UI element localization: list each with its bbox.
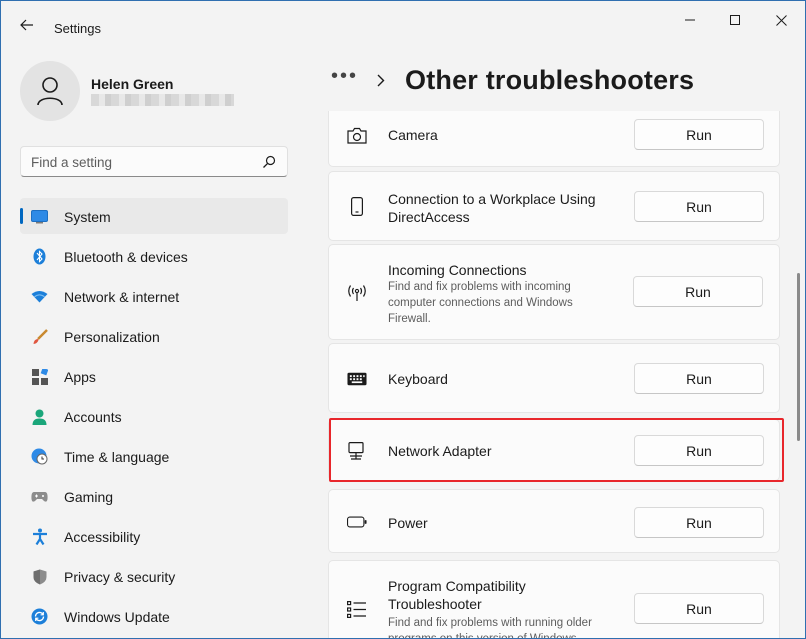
troubleshooter-description: Find and fix problems with incoming comp… xyxy=(388,281,573,325)
title-bar: Settings xyxy=(1,1,805,47)
shield-icon xyxy=(31,568,48,585)
close-icon xyxy=(775,14,787,26)
troubleshooter-power: Power Run xyxy=(328,489,780,553)
run-program-compatibility-button[interactable]: Run xyxy=(634,593,764,624)
monitor-icon xyxy=(31,208,48,225)
troubleshooter-directaccess: Connection to a Workplace Using DirectAc… xyxy=(328,171,780,241)
sidebar-item-label: System xyxy=(64,209,111,225)
chevron-right-icon xyxy=(377,73,387,87)
sidebar-item-label: Bluetooth & devices xyxy=(64,249,188,265)
run-network-adapter-button[interactable]: Run xyxy=(634,435,764,466)
user-name: Helen Green xyxy=(91,76,174,92)
scrollbar-thumb[interactable] xyxy=(797,273,800,441)
troubleshooter-title: Incoming Connections xyxy=(388,262,527,278)
person-icon xyxy=(31,408,48,425)
troubleshooter-list: Camera Run Connection to a Workplace Usi… xyxy=(328,111,780,639)
broadcast-icon xyxy=(347,283,367,303)
sidebar-item-accessibility[interactable]: Accessibility xyxy=(20,518,288,554)
battery-icon xyxy=(347,512,367,532)
sidebar-item-label: Network & internet xyxy=(64,289,180,305)
sidebar-item-apps[interactable]: Apps xyxy=(20,358,288,394)
app-title: Settings xyxy=(54,21,101,36)
sidebar-item-label: Personalization xyxy=(64,329,160,345)
bluetooth-icon xyxy=(31,248,48,265)
network-adapter-icon xyxy=(347,441,367,461)
list-icon xyxy=(347,599,367,619)
breadcrumb: ••• Other troubleshooters xyxy=(331,63,694,97)
sidebar-item-label: Accounts xyxy=(64,409,122,425)
sidebar-item-gaming[interactable]: Gaming xyxy=(20,478,288,514)
sidebar-item-network[interactable]: Network & internet xyxy=(20,278,288,314)
troubleshooter-title: Program Compatibility Troubleshooter xyxy=(388,578,526,612)
troubleshooter-title: Network Adapter xyxy=(388,443,492,459)
sidebar-item-windows-update[interactable]: Windows Update xyxy=(20,598,288,634)
back-arrow-icon xyxy=(20,19,33,31)
accessibility-icon xyxy=(31,528,48,545)
sidebar-item-privacy-security[interactable]: Privacy & security xyxy=(20,558,288,594)
avatar xyxy=(20,61,80,121)
back-button[interactable] xyxy=(15,13,39,37)
troubleshooter-title: Power xyxy=(388,515,428,531)
search-box[interactable] xyxy=(20,146,288,177)
close-button[interactable] xyxy=(758,7,804,33)
run-camera-button[interactable]: Run xyxy=(634,119,764,150)
search-icon[interactable] xyxy=(262,155,276,169)
page-title: Other troubleshooters xyxy=(405,64,695,95)
sidebar-item-label: Apps xyxy=(64,369,96,385)
sidebar-item-personalization[interactable]: Personalization xyxy=(20,318,288,354)
sidebar-item-label: Windows Update xyxy=(64,609,170,625)
run-directaccess-button[interactable]: Run xyxy=(634,191,764,222)
person-icon xyxy=(37,77,63,106)
minimize-button[interactable] xyxy=(667,7,713,33)
maximize-icon xyxy=(730,15,740,25)
minimize-icon xyxy=(685,19,695,21)
sidebar-item-label: Accessibility xyxy=(64,529,141,545)
user-profile[interactable]: Helen Green xyxy=(20,61,300,121)
sidebar-item-bluetooth[interactable]: Bluetooth & devices xyxy=(20,238,288,274)
wifi-icon xyxy=(31,288,48,305)
troubleshooter-network-adapter: Network Adapter Run xyxy=(328,419,780,481)
camera-icon xyxy=(347,125,367,145)
apps-icon xyxy=(31,368,48,385)
sidebar-nav: System Bluetooth & devices Network & int… xyxy=(20,198,288,638)
keyboard-icon xyxy=(347,369,367,389)
troubleshooter-description: Find and fix problems with running older… xyxy=(388,617,592,639)
brush-icon xyxy=(31,328,48,345)
troubleshooter-program-compatibility: Program Compatibility Troubleshooter Fin… xyxy=(328,560,780,639)
breadcrumb-more-button[interactable]: ••• xyxy=(331,65,359,88)
globe-clock-icon xyxy=(31,448,48,465)
maximize-button[interactable] xyxy=(712,7,758,33)
troubleshooter-title: Connection to a Workplace Using DirectAc… xyxy=(388,191,596,225)
troubleshooter-title: Keyboard xyxy=(388,371,448,387)
sidebar-item-system[interactable]: System xyxy=(20,198,288,234)
run-power-button[interactable]: Run xyxy=(634,507,764,538)
run-incoming-connections-button[interactable]: Run xyxy=(633,276,763,307)
sidebar-item-accounts[interactable]: Accounts xyxy=(20,398,288,434)
gamepad-icon xyxy=(31,488,48,505)
run-keyboard-button[interactable]: Run xyxy=(634,363,764,394)
troubleshooter-camera: Camera Run xyxy=(328,111,780,167)
update-icon xyxy=(31,608,48,625)
sidebar-item-time-language[interactable]: Time & language xyxy=(20,438,288,474)
search-input[interactable] xyxy=(31,153,251,171)
troubleshooter-keyboard: Keyboard Run xyxy=(328,343,780,413)
user-email-redacted xyxy=(91,94,234,106)
settings-window: Settings Helen Green Find a setting Syst… xyxy=(0,0,806,639)
sidebar-item-label: Time & language xyxy=(64,449,170,465)
phone-device-icon xyxy=(347,196,367,216)
sidebar-item-label: Privacy & security xyxy=(64,569,176,585)
troubleshooter-title: Camera xyxy=(388,127,438,143)
sidebar-item-label: Gaming xyxy=(64,489,114,505)
